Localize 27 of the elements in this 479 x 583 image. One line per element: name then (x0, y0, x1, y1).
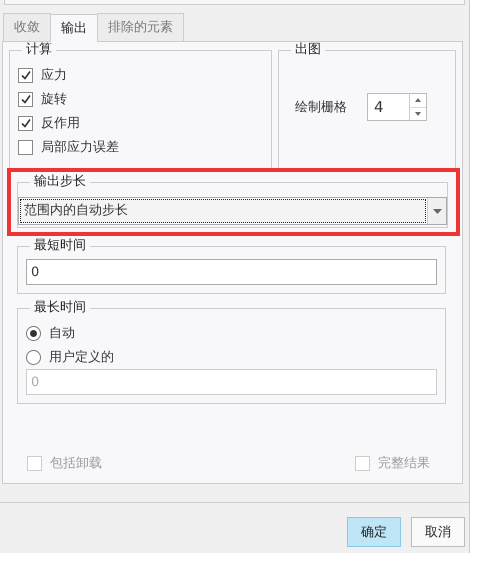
checkbox-label: 完整结果 (378, 455, 430, 472)
spin-field[interactable]: 4 (367, 93, 427, 121)
radio-label: 自动 (49, 325, 75, 342)
group-title: 输出步长 (30, 174, 90, 190)
checkbox[interactable] (18, 140, 33, 154)
checkbox-label: 旋转 (41, 91, 67, 108)
checkbox-label: 应力 (41, 67, 67, 84)
caret-icon (432, 208, 442, 214)
checkbox[interactable] (18, 68, 33, 82)
checkbox-label: 反作用 (41, 115, 80, 132)
group-title: 计算 (22, 42, 56, 58)
group-title: 最长时间 (30, 300, 90, 316)
radio-label: 用户定义的 (49, 349, 114, 366)
group-title: 出图 (291, 42, 325, 58)
checkbox[interactable] (18, 116, 33, 130)
tab[interactable]: 输出 (50, 14, 98, 42)
tab[interactable]: 排除的元素 (97, 13, 184, 41)
checkbox[interactable] (18, 92, 33, 106)
checkbox-label: 局部应力误差 (41, 139, 119, 156)
group-title: 最短时间 (30, 238, 90, 254)
dropdown[interactable]: 范围内的自动步长 (18, 197, 447, 225)
field-label: 绘制栅格 (295, 99, 347, 116)
input-field[interactable]: 0 (26, 259, 437, 285)
dialog-button[interactable]: 确定 (347, 517, 401, 547)
dialog-button[interactable]: 取消 (411, 517, 465, 547)
checkbox-label: 包括卸载 (50, 455, 102, 472)
tab[interactable]: 收敛 (3, 13, 51, 41)
